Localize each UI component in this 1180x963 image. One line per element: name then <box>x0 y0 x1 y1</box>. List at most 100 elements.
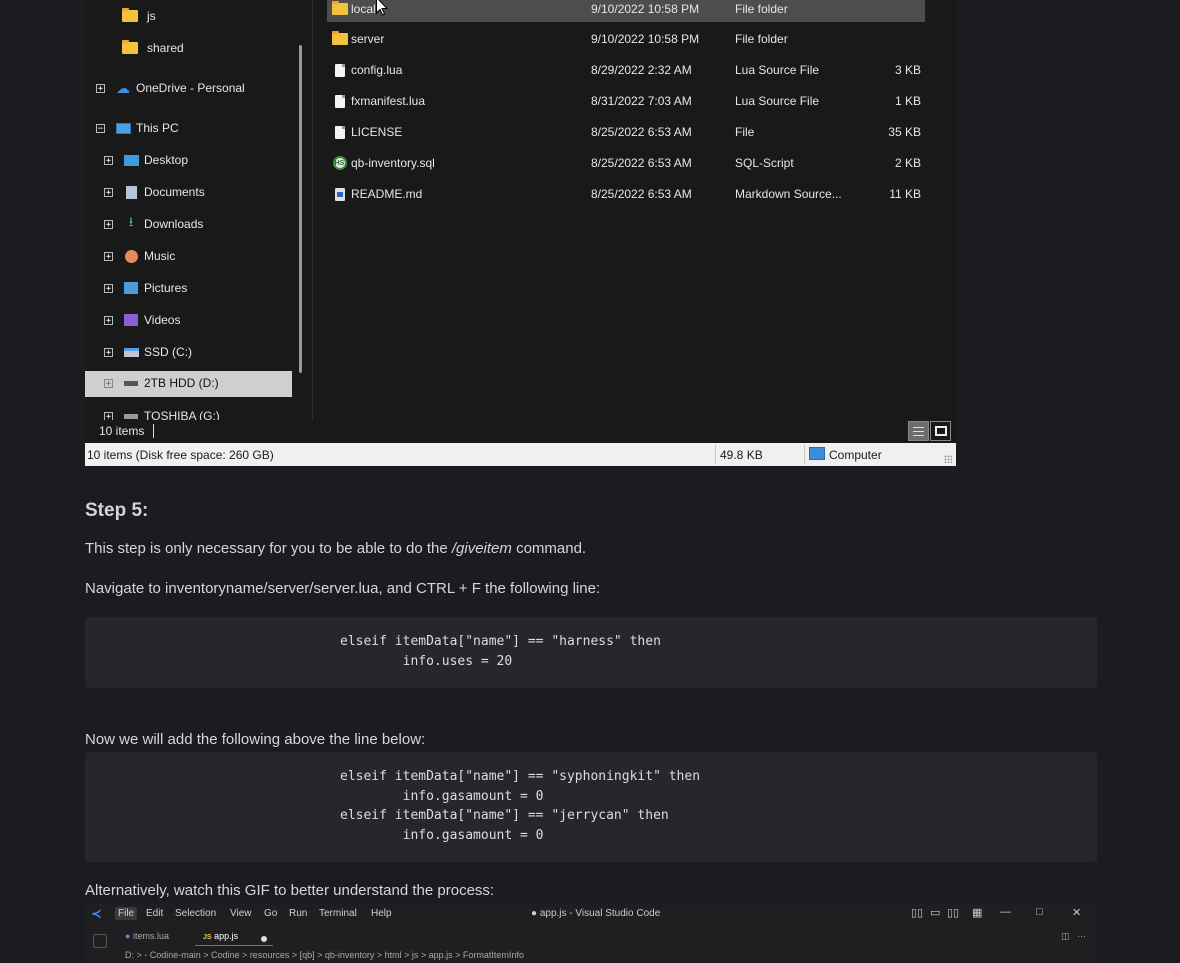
paragraph-text: command. <box>511 540 587 557</box>
nav-item-label: OneDrive - Personal <box>136 81 245 95</box>
nav-item[interactable]: + Documents <box>85 180 292 204</box>
split-editor-icon[interactable]: ◫ <box>1061 931 1070 942</box>
menu-file[interactable]: File <box>115 907 138 920</box>
collapse-icon[interactable]: − <box>96 124 105 134</box>
nav-item[interactable]: + Music <box>85 244 292 268</box>
nav-item[interactable]: +2TB HDD (D:) <box>85 371 292 397</box>
vscode-gif-preview: ≺ File Edit Selection View Go Run Termin… <box>85 903 1097 963</box>
nav-item[interactable]: + Videos <box>85 308 292 332</box>
nav-item[interactable]: + ☁ OneDrive - Personal <box>85 76 292 100</box>
tab-items-lua[interactable]: ● items.lua <box>125 931 169 941</box>
status-divider <box>715 445 716 464</box>
menu-help[interactable]: Help <box>371 908 392 919</box>
location-label: Computer <box>829 448 882 462</box>
maximize-icon[interactable]: □ <box>1036 906 1043 918</box>
paragraph-gif: Alternatively, watch this GIF to better … <box>85 882 495 899</box>
file-name: qb-inventory.sql <box>351 156 435 170</box>
vscode-logo-icon: ≺ <box>91 906 102 921</box>
menu-run[interactable]: Run <box>289 908 307 919</box>
expand-icon[interactable]: + <box>104 412 113 420</box>
details-view-button[interactable] <box>908 421 929 441</box>
vscode-tabs: ● items.lua JS app.js ◫ ··· <box>85 927 1097 947</box>
paragraph-giveitem: This step is only necessary for you to b… <box>85 540 586 557</box>
expand-icon[interactable]: + <box>104 316 113 326</box>
command-emphasis: /giveitem <box>451 540 512 557</box>
expand-icon[interactable]: + <box>104 348 113 358</box>
large-icons-view-button[interactable] <box>930 421 951 441</box>
code-block-insert[interactable]: elseif itemData["name"] == "syphoningkit… <box>85 752 1097 862</box>
expand-icon[interactable]: + <box>104 156 113 166</box>
computer-icon <box>809 447 825 460</box>
file-date: 8/31/2022 7:03 AM <box>591 94 692 108</box>
file-list: local 9/10/2022 10:58 PM File folder server… <box>327 0 925 420</box>
expand-icon[interactable]: + <box>96 84 105 94</box>
drive-c-icon <box>123 345 139 359</box>
toggle-sidebar-icon[interactable]: ▯▯ <box>911 906 923 919</box>
file-size: 35 KB <box>888 125 921 139</box>
minimize-icon[interactable]: — <box>1000 906 1011 918</box>
nav-item[interactable]: − This PC <box>85 116 292 140</box>
nav-item[interactable]: js <box>85 4 292 28</box>
file-date: 8/25/2022 6:53 AM <box>591 156 692 170</box>
downloads-icon: ⭳ <box>128 214 134 229</box>
step-heading: Step 5: <box>85 500 149 521</box>
file-size: 11 KB <box>889 187 921 201</box>
nav-scrollbar-thumb[interactable] <box>299 45 302 373</box>
nav-item[interactable]: + ⭳ Downloads <box>85 212 292 236</box>
file-list-scroll-area <box>925 0 956 420</box>
menu-view[interactable]: View <box>230 908 252 919</box>
expand-icon[interactable]: + <box>104 284 113 294</box>
toggle-secondary-sidebar-icon[interactable]: ▯▯ <box>947 906 959 919</box>
expand-icon[interactable]: + <box>104 220 113 230</box>
file-row[interactable]: server 9/10/2022 10:58 PM File folder <box>327 27 925 51</box>
resize-grip-icon[interactable] <box>944 455 952 463</box>
expand-icon[interactable]: + <box>104 252 113 262</box>
nav-item[interactable]: + Pictures <box>85 276 292 300</box>
pictures-icon <box>123 281 139 295</box>
expand-icon[interactable]: + <box>104 379 113 389</box>
nav-item[interactable]: shared <box>85 36 292 60</box>
tab-app-js[interactable]: JS app.js <box>203 931 238 941</box>
file-row[interactable]: local 9/10/2022 10:58 PM File folder <box>327 0 925 22</box>
pane-divider <box>312 0 313 420</box>
nav-item[interactable]: + Desktop <box>85 148 292 172</box>
menu-go[interactable]: Go <box>264 908 277 919</box>
selection-size: 49.8 KB <box>720 448 763 462</box>
this-pc-icon <box>115 121 131 135</box>
nav-item-label: Music <box>144 249 176 263</box>
menu-edit[interactable]: Edit <box>146 908 163 919</box>
breadcrumb[interactable]: D: > - Codine-main > Codine > resources … <box>125 950 524 960</box>
customize-layout-icon[interactable]: ▦ <box>972 906 982 919</box>
code-block-search[interactable]: elseif itemData["name"] == "harness" the… <box>85 617 1097 688</box>
file-type: File folder <box>735 32 788 46</box>
pane-splitter[interactable] <box>309 0 327 420</box>
details-view-icon <box>913 426 924 436</box>
close-icon[interactable]: ✕ <box>1072 906 1081 919</box>
nav-item-label: shared <box>147 41 184 55</box>
file-row[interactable]: README.md 8/25/2022 6:53 AM Markdown Sourc… <box>327 182 925 206</box>
nav-item[interactable]: + SSD (C:) <box>85 340 292 364</box>
menu-selection[interactable]: Selection <box>175 908 216 919</box>
file-row[interactable]: LICENSE 8/25/2022 6:53 AM File 35 KB <box>327 120 925 144</box>
nav-item-label: Downloads <box>144 217 204 231</box>
folder-icon <box>331 1 348 17</box>
onedrive-cloud-icon: ☁ <box>116 79 130 96</box>
status-bar-top: 10 items <box>85 420 956 443</box>
nav-item[interactable]: + TOSHIBA (G:) <box>85 404 292 420</box>
nav-item-label: SSD (C:) <box>144 345 192 359</box>
menu-terminal[interactable]: Terminal <box>319 908 357 919</box>
file-row[interactable]: HS qb-inventory.sql 8/25/2022 6:53 AM SQL-S… <box>327 151 925 175</box>
file-name: LICENSE <box>351 125 403 139</box>
file-row[interactable]: config.lua 8/29/2022 2:32 AM Lua Source Fi… <box>327 58 925 82</box>
expand-icon[interactable]: + <box>104 188 113 198</box>
more-actions-icon[interactable]: ··· <box>1077 931 1086 941</box>
file-row[interactable]: fxmanifest.lua 8/31/2022 7:03 AM Lua Sourc… <box>327 89 925 113</box>
lua-file-icon: ● <box>125 931 131 941</box>
folder-icon <box>122 8 138 23</box>
navigation-pane[interactable]: js shared + ☁ OneDrive - Personal − This PC + De… <box>85 0 292 420</box>
active-tab-indicator <box>195 945 273 946</box>
code-line: elseif itemData["name"] == "syphoningkit… <box>340 769 701 784</box>
nav-scrollbar[interactable] <box>292 0 309 420</box>
item-count: 10 items <box>99 424 145 438</box>
toggle-panel-icon[interactable]: ▭ <box>930 906 940 919</box>
